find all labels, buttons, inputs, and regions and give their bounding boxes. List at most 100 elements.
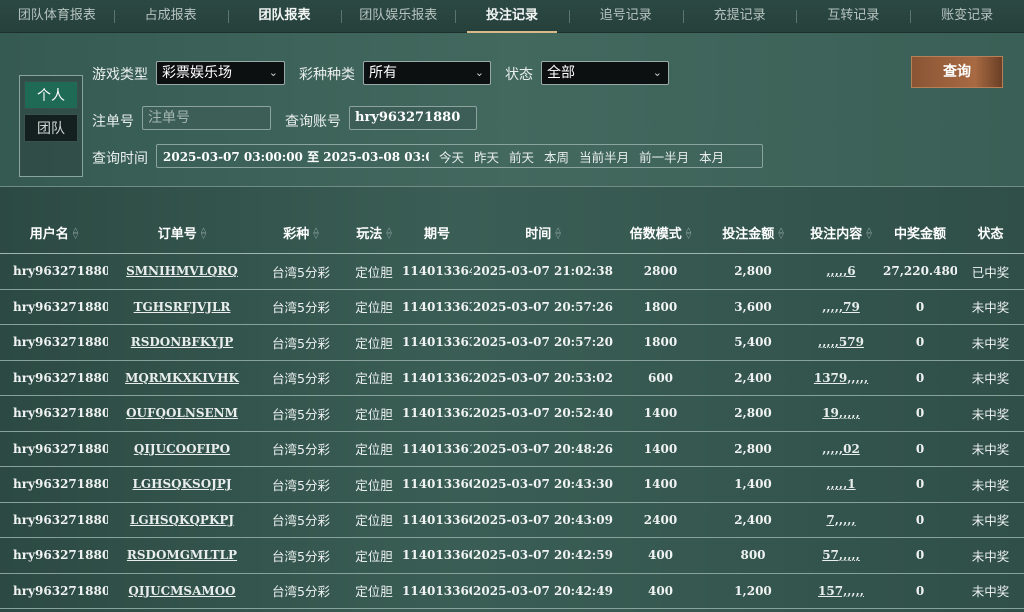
col-status: 状态 — [957, 223, 1024, 242]
content-link-text[interactable]: 7,,,,, — [826, 513, 855, 527]
content-link-text[interactable]: 19,,,,, — [822, 406, 860, 420]
order-no-link-text[interactable]: QIJUCOOFIPO — [134, 442, 230, 456]
issue-cell: 114013361 — [402, 441, 472, 456]
date-range-text[interactable]: 2025-03-07 03:00:00 至 2025-03-08 03:00: — [157, 148, 429, 165]
content-link[interactable]: ,,,,,1 — [799, 477, 883, 491]
tab-deposit-withdraw-records[interactable]: 充提记录 — [682, 0, 797, 33]
content-link[interactable]: 7,,,,, — [799, 513, 883, 527]
order-no-link[interactable]: TGHSRFJVJLR — [108, 300, 256, 314]
quick-previous-half-month[interactable]: 前一半月 — [639, 147, 689, 166]
col-prize: 中奖金额 — [883, 223, 957, 242]
scope-team-button[interactable]: 团队 — [24, 114, 78, 142]
time-cell: 2025-03-07 20:57:26 — [473, 299, 613, 314]
col-time[interactable]: 时间 △ ▽ — [472, 223, 614, 242]
status-cell: 未中奖 — [971, 300, 1010, 316]
order-no-link[interactable]: MQRMKXKIVHK — [108, 371, 256, 385]
tab-team-entertainment-report[interactable]: 团队娱乐报表 — [341, 0, 455, 33]
date-range-picker[interactable]: 2025-03-07 03:00:00 至 2025-03-08 03:00: … — [156, 144, 763, 168]
tab-account-change-records[interactable]: 账变记录 — [910, 0, 1024, 33]
order-no-label: 注单号 — [92, 114, 134, 130]
content-link-text[interactable]: ,,,,,579 — [818, 335, 864, 349]
col-issue-label: 期号 — [423, 227, 450, 242]
order-no-link[interactable]: RSDOMGMLTLP — [108, 548, 256, 562]
col-content[interactable]: 投注内容 △ ▽ — [799, 223, 883, 242]
order-no-link-text[interactable]: QIJUCMSAMOO — [128, 584, 235, 598]
sort-icon[interactable]: △ ▽ — [778, 226, 783, 239]
sort-icon[interactable]: △ ▽ — [555, 226, 560, 239]
query-button[interactable]: 查询 — [911, 56, 1003, 88]
play-cell: 定位胆 — [355, 442, 393, 458]
order-no-link[interactable]: QIJUCOOFIPO — [108, 442, 256, 456]
content-link-text[interactable]: ,,,,,02 — [822, 442, 860, 456]
order-no-link-text[interactable]: LGHSQKQPKPJ — [130, 513, 234, 527]
order-no-link[interactable]: SMNIHMVLQRQ — [108, 264, 256, 278]
sort-icon[interactable]: △ ▽ — [386, 226, 391, 239]
content-link[interactable]: 19,,,,, — [799, 406, 883, 420]
table-row: hry963271880 OUFQOLNSENM 台湾5分彩 定位胆 114013362… — [0, 396, 1024, 432]
quick-today[interactable]: 今天 — [439, 147, 464, 166]
col-lottery[interactable]: 彩种 △ ▽ — [256, 223, 346, 242]
tab-transfer-records[interactable]: 互转记录 — [796, 0, 910, 33]
order-no-link-text[interactable]: MQRMKXKIVHK — [125, 371, 239, 385]
sort-icon[interactable]: △ ▽ — [73, 226, 78, 239]
order-no-link[interactable]: QIJUCMSAMOO — [108, 584, 256, 598]
sort-icon[interactable]: △ ▽ — [686, 226, 691, 239]
tab-team-sports-report[interactable]: 团队体育报表 — [0, 0, 114, 33]
order-no-link-text[interactable]: RSDONBFKYJP — [131, 335, 234, 349]
tab-team-report[interactable]: 团队报表 — [227, 0, 342, 33]
sort-icon[interactable]: △ ▽ — [201, 226, 206, 239]
tab-share-report[interactable]: 占成报表 — [113, 0, 228, 33]
quick-current-half-month[interactable]: 当前半月 — [579, 147, 629, 166]
amount-cell: 800 — [740, 548, 766, 563]
sort-icon[interactable]: △ ▽ — [313, 226, 318, 239]
content-link[interactable]: ,,,,,02 — [799, 442, 883, 456]
content-link-text[interactable]: 1379,,,,, — [814, 371, 868, 385]
lottery-type-select[interactable]: 所有 ⌄ — [363, 61, 491, 85]
scope-personal-button[interactable]: 个人 — [24, 81, 78, 109]
content-link[interactable]: ,,,,,6 — [799, 264, 883, 278]
content-link-text[interactable]: 157,,,,, — [818, 584, 864, 598]
game-type-select[interactable]: 彩票娱乐场 ⌄ — [156, 61, 285, 85]
play-cell: 定位胆 — [355, 584, 393, 600]
order-no-input[interactable]: 注单号 — [142, 106, 271, 130]
order-no-link[interactable]: OUFQOLNSENM — [108, 406, 256, 420]
content-link-text[interactable]: 57,,,,, — [822, 548, 860, 562]
status-select[interactable]: 全部 ⌄ — [541, 61, 669, 85]
quick-this-month[interactable]: 本月 — [699, 147, 724, 166]
amount-cell: 2,800 — [734, 264, 772, 279]
col-amount[interactable]: 投注金额 △ ▽ — [707, 223, 799, 242]
content-link[interactable]: ,,,,,579 — [799, 335, 883, 349]
col-play[interactable]: 玩法 △ ▽ — [346, 223, 402, 242]
content-link[interactable]: 57,,,,, — [799, 548, 883, 562]
content-link-text[interactable]: ,,,,,1 — [826, 477, 855, 491]
order-no-link-text[interactable]: OUFQOLNSENM — [126, 406, 238, 420]
chevron-down-icon: ⌄ — [268, 66, 278, 79]
order-no-link-text[interactable]: LGHSQKSOJPJ — [132, 477, 231, 491]
order-no-link-text[interactable]: RSDOMGMLTLP — [127, 548, 237, 562]
quick-this-week[interactable]: 本周 — [544, 147, 569, 166]
col-order-no[interactable]: 订单号 △ ▽ — [108, 223, 256, 242]
bet-records-table: 用户名 △ ▽ 订单号 △ ▽ 彩种 △ ▽ 玩法 △ ▽ 期号 时间 △ ▽ 倍数模式 △ ▽ 投注金… — [0, 212, 1024, 609]
tab-bet-records[interactable]: 投注记录 — [455, 0, 569, 33]
order-no-link-text[interactable]: SMNIHMVLQRQ — [126, 264, 238, 278]
tab-chase-records[interactable]: 追号记录 — [568, 0, 683, 33]
prize-cell: 0 — [915, 548, 925, 563]
col-order-no-label: 订单号 — [157, 227, 197, 242]
order-no-link-text[interactable]: TGHSRFJVJLR — [134, 300, 231, 314]
quick-yesterday[interactable]: 昨天 — [474, 147, 499, 166]
content-link-text[interactable]: ,,,,,6 — [826, 264, 855, 278]
sort-icon[interactable]: △ ▽ — [866, 226, 871, 239]
col-username[interactable]: 用户名 △ ▽ — [0, 223, 108, 242]
order-no-link[interactable]: LGHSQKSOJPJ — [108, 477, 256, 491]
multiple-cell: 400 — [647, 548, 674, 563]
order-no-link[interactable]: LGHSQKQPKPJ — [108, 513, 256, 527]
content-link[interactable]: ,,,,,79 — [799, 300, 883, 314]
content-link-text[interactable]: ,,,,,79 — [822, 300, 860, 314]
order-no-link[interactable]: RSDONBFKYJP — [108, 335, 256, 349]
lottery-type-label: 彩种种类 — [299, 67, 355, 83]
content-link[interactable]: 157,,,,, — [799, 584, 883, 598]
content-link[interactable]: 1379,,,,, — [799, 371, 883, 385]
quick-day-before[interactable]: 前天 — [509, 147, 534, 166]
col-multiple[interactable]: 倍数模式 △ ▽ — [614, 223, 707, 242]
account-input[interactable]: hry963271880 — [349, 106, 477, 130]
